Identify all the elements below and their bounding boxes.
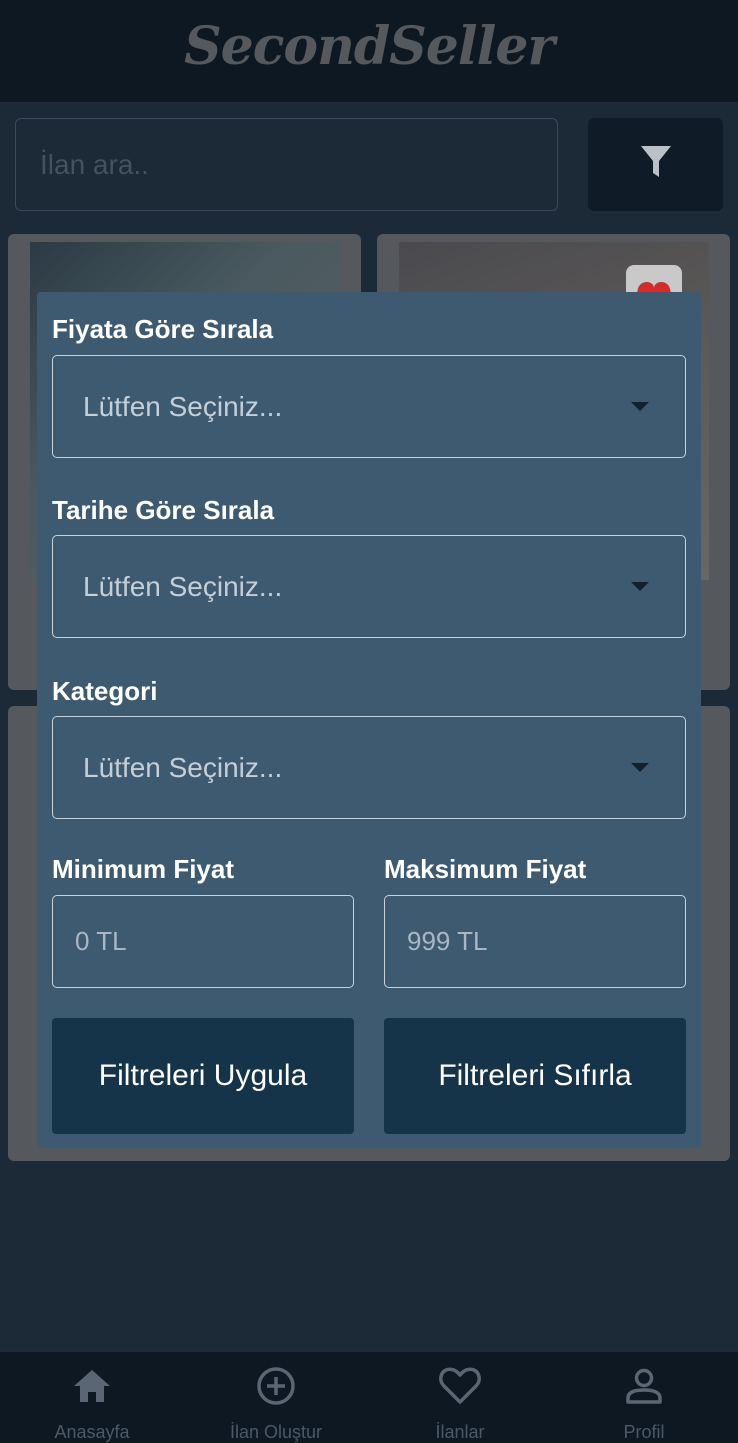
home-icon [72,1366,112,1406]
category-label: Kategori [52,676,158,706]
dropdown-arrow-icon [631,402,649,411]
date-sort-label: Tarihe Göre Sırala [52,495,275,525]
nav-item-listings[interactable]: İlanlar [368,1352,552,1443]
price-sort-label: Fiyata Göre Sırala [52,314,274,344]
category-select[interactable]: Lütfen Seçiniz... [52,716,686,819]
bottom-nav: Anasayfa İlan Oluştur İlanlar Profil [0,1351,738,1443]
dropdown-arrow-icon [631,582,649,591]
search-input[interactable]: İlan ara.. [15,118,558,211]
apply-filters-button[interactable]: Filtreleri Uygula [52,1018,354,1134]
price-sort-select[interactable]: Lütfen Seçiniz... [52,355,686,458]
reset-filters-button[interactable]: Filtreleri Sıfırla [384,1018,686,1134]
nav-label-profile: Profil [623,1422,665,1442]
app-header: SecondSeller [0,0,738,102]
nav-item-home[interactable]: Anasayfa [0,1352,184,1443]
user-icon [625,1366,663,1406]
filter-icon [640,144,672,185]
nav-label-listings: İlanlar [435,1422,485,1442]
min-price-input[interactable]: 0 TL [52,895,354,988]
nav-item-profile[interactable]: Profil [552,1352,736,1443]
nav-label-home: Anasayfa [54,1422,130,1442]
filter-modal: Fiyata Göre Sırala Lütfen Seçiniz... Tar… [37,292,701,1148]
date-sort-select[interactable]: Lütfen Seçiniz... [52,535,686,638]
plus-circle-icon [256,1366,296,1406]
category-value: Lütfen Seçiniz... [83,751,283,783]
nav-item-create-listing[interactable]: İlan Oluştur [184,1352,368,1443]
app-logo: SecondSeller [184,15,555,77]
dropdown-arrow-icon [631,763,649,772]
filter-button[interactable] [588,118,723,211]
max-price-label: Maksimum Fiyat [384,854,587,884]
date-sort-value: Lütfen Seçiniz... [83,570,283,602]
heart-outline-icon [439,1366,481,1406]
nav-label-create-listing: İlan Oluştur [229,1422,323,1442]
max-price-input[interactable]: 999 TL [384,895,686,988]
min-price-label: Minimum Fiyat [52,854,235,884]
price-sort-value: Lütfen Seçiniz... [83,390,283,422]
